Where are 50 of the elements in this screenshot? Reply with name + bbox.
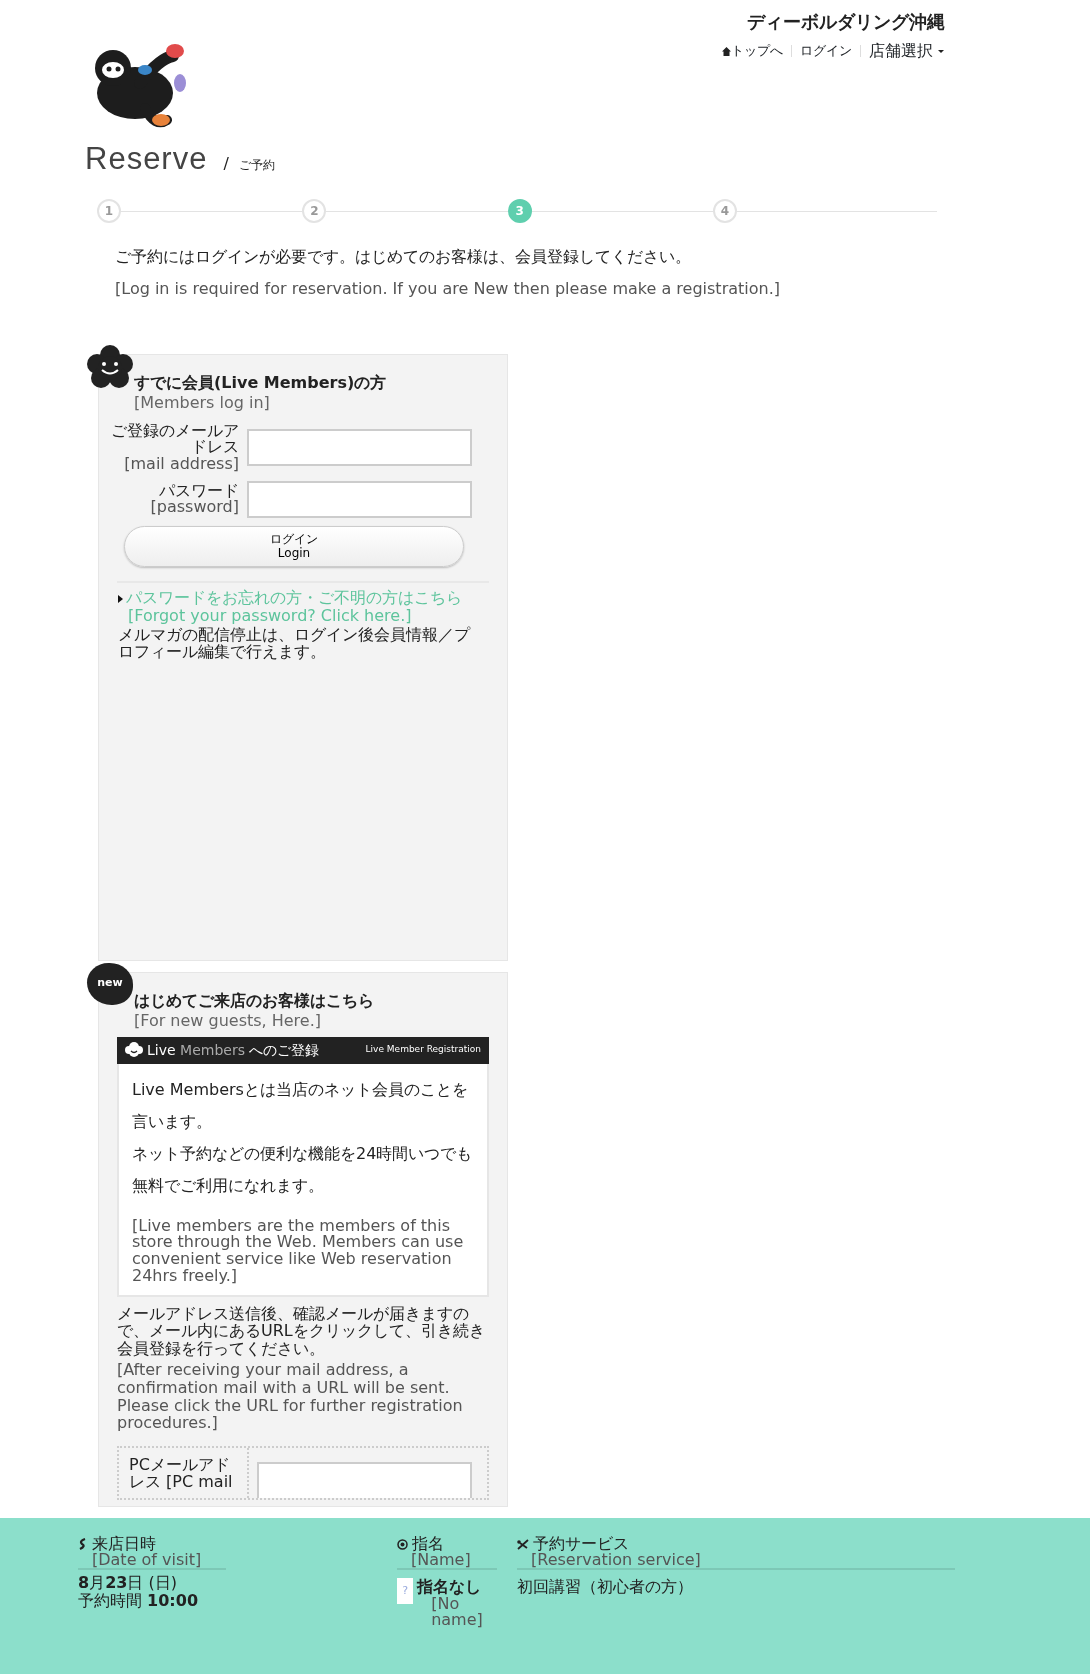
input-field[interactable]: [257, 1461, 472, 1498]
summary-label: 来店日時: [92, 1536, 156, 1552]
target-icon: [397, 1538, 408, 1550]
notice-text: ご予約にはログインが必要です。はじめてのお客様は、会員登録してください。: [115, 245, 692, 268]
notice-english: [Log in is required for reservation. If you are New then please make a registration.]: [115, 277, 781, 300]
section-subtitle: [Members log in]: [134, 394, 271, 411]
summary-sublabel: [Reservation service]: [530, 1552, 702, 1568]
intro-english: [Live members are the members of this store through the Web. Members can use convenient service like Web reservation 24hrs freely.]: [132, 1217, 465, 1285]
step-indicator: 1: [97, 198, 121, 223]
new-badge: new: [87, 962, 133, 1005]
field-label: パスワード [password]: [149, 482, 239, 517]
nav-link[interactable]: トップへ: [722, 41, 783, 61]
title-separator: /: [223, 153, 229, 175]
nav-link[interactable]: ログイン: [800, 41, 852, 61]
visit-time: 予約時間 10:00: [78, 1591, 200, 1610]
step-indicator: 3: [507, 198, 532, 223]
instructions-english: [After receiving your mail address, a confirmation mail with a URL will be sent. Please click the URL for further registration procedures.]: [117, 1361, 464, 1432]
summary-sublabel: [Date of visit]: [91, 1552, 203, 1568]
input-field[interactable]: [247, 480, 472, 518]
input-field[interactable]: [247, 429, 472, 467]
field-label: ご登録のメールアドレス [mail address]: [111, 422, 239, 473]
home-icon: [722, 46, 731, 56]
newsletter-note: メルマガの配信停止は、ログイン後会員情報／プロフィール編集で行えます。: [118, 625, 472, 661]
instructions-text: メールアドレス送信後、確認メールが届きますので、メール内にあるURLをクリックして、引き続き会員登録を行ってください。: [117, 1304, 486, 1358]
service-name: 初回講習（初心者の方）: [517, 1578, 694, 1596]
visit-date: 8月23日 (日): [78, 1574, 178, 1592]
summary-label: 予約サービス: [533, 1536, 629, 1552]
page-title: Reserve: [85, 140, 208, 178]
intro-text: ネット予約などの便利な機能を24時間いつでも無料でご利用になれます。: [132, 1142, 474, 1197]
store-select[interactable]: 店舗選択: [869, 39, 945, 63]
site-title: ディーボルダリング沖縄: [747, 10, 945, 34]
banner-title: Live Members へのご登録: [147, 1040, 320, 1060]
field-label: PCメールアドレス [PC mail: [119, 1447, 249, 1498]
staff-name: 指名なし: [417, 1578, 483, 1596]
smiley-flower-icon: [125, 1042, 143, 1058]
staff-name-english: [No name]: [431, 1595, 484, 1628]
section-title: はじめてご来店のお客様はこちら: [134, 989, 375, 1012]
caret-icon: [937, 47, 945, 55]
banner-subtitle: Live Member Registration: [365, 1043, 481, 1057]
step-indicator: 4: [713, 198, 737, 223]
section-title: すでに会員(Live Members)の方: [134, 371, 388, 394]
section-subtitle: [For new guests, Here.]: [134, 1012, 322, 1029]
login-button[interactable]: ログイン Login: [124, 525, 464, 567]
summary-label: 指名: [412, 1536, 444, 1552]
staff-avatar: ?: [397, 1578, 414, 1604]
page-subtitle: ご予約: [238, 157, 275, 174]
step-indicator: 2: [302, 198, 327, 223]
summary-sublabel: [Name]: [410, 1552, 472, 1568]
bullet-icon: [118, 594, 123, 603]
intro-text: Live Membersとは当店のネット会員のことを言います。: [132, 1078, 469, 1133]
